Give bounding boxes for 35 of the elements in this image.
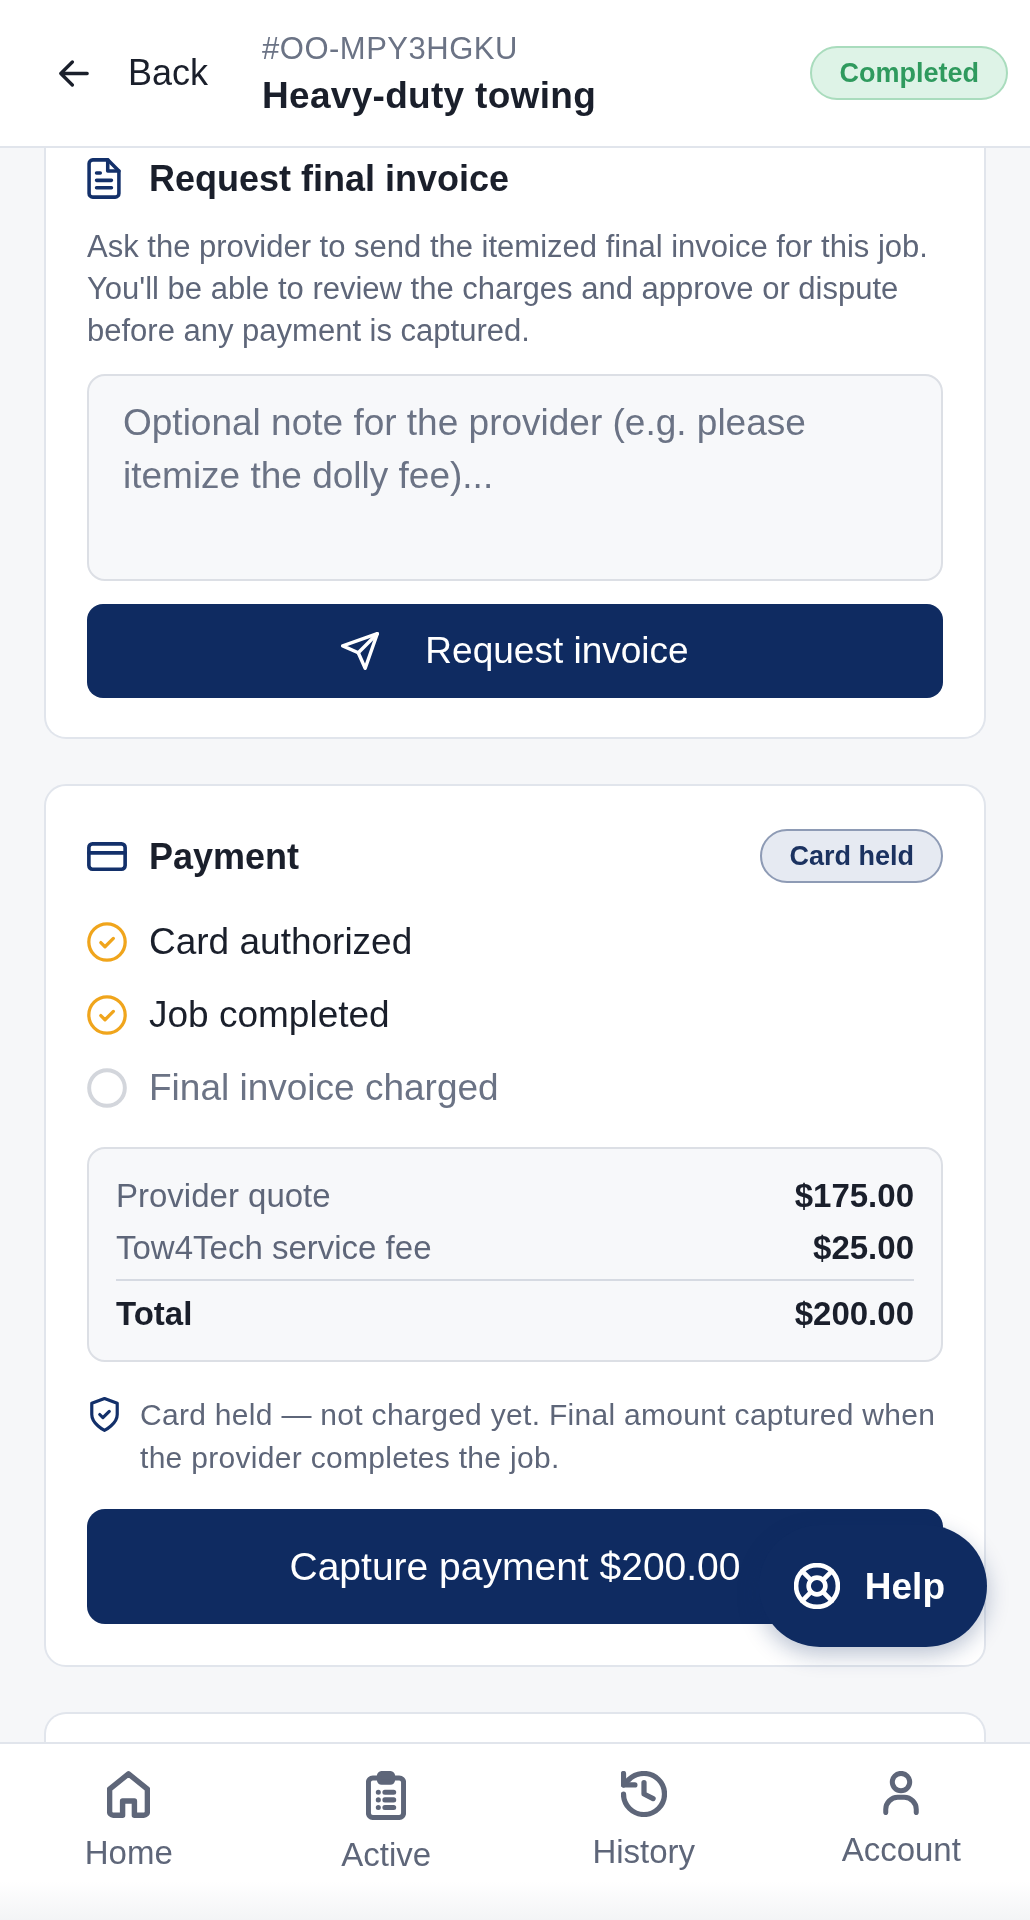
card-description: Ask the provider to send the itemized final invoice for this job. You'll be able to review the charges and approve or dispute before any payment is captured. xyxy=(87,228,929,350)
clipboard-list-icon xyxy=(366,1771,407,1820)
nav-tab[interactable]: History xyxy=(592,1771,696,1871)
back-button[interactable]: Back xyxy=(59,51,209,95)
step-label: Final invoice charged xyxy=(149,1065,499,1110)
note-field[interactable]: Optional note for the provider (e.g. please itemize the dolly fee)... xyxy=(87,374,943,581)
step-label: Job completed xyxy=(149,992,390,1037)
summary-value: $200.00 xyxy=(794,1293,914,1334)
nav-tab[interactable]: Home xyxy=(84,1771,173,1872)
document-icon xyxy=(87,158,121,199)
summary-label: Total xyxy=(116,1293,193,1334)
step-label: Card authorized xyxy=(149,919,413,964)
arrow-left-icon xyxy=(59,59,89,87)
summary-value: $175.00 xyxy=(794,1175,914,1216)
card-title: Request final invoice xyxy=(149,158,510,199)
lifebuoy-icon xyxy=(793,1563,840,1610)
clock-history-icon xyxy=(620,1771,667,1817)
card-title: Payment xyxy=(149,835,300,877)
summary-value: $25.00 xyxy=(813,1227,914,1268)
user-icon xyxy=(883,1771,920,1815)
order-number: #OO-MPY3HGKU xyxy=(262,29,519,68)
shield-check-icon xyxy=(90,1397,119,1433)
home-icon xyxy=(107,1771,151,1818)
summary-label: Tow4Tech service fee xyxy=(116,1227,432,1268)
nav-tab[interactable]: Active xyxy=(341,1771,432,1874)
nav-tab[interactable]: Account xyxy=(841,1771,961,1869)
credit-card-icon xyxy=(87,841,127,871)
request-invoice-button[interactable]: Request invoice xyxy=(87,604,943,698)
status-badge: Completed xyxy=(810,45,1008,101)
payment-note: Card held — not charged yet. Final amount captured when the provider completes the job. xyxy=(140,1397,937,1477)
paper-plane-icon xyxy=(341,632,380,670)
help-button-overlay[interactable]: Help xyxy=(758,1525,987,1648)
status-badge: Card held xyxy=(760,829,943,884)
page-title: Heavy-duty towing xyxy=(262,73,597,118)
summary-label: Provider quote xyxy=(116,1175,331,1216)
